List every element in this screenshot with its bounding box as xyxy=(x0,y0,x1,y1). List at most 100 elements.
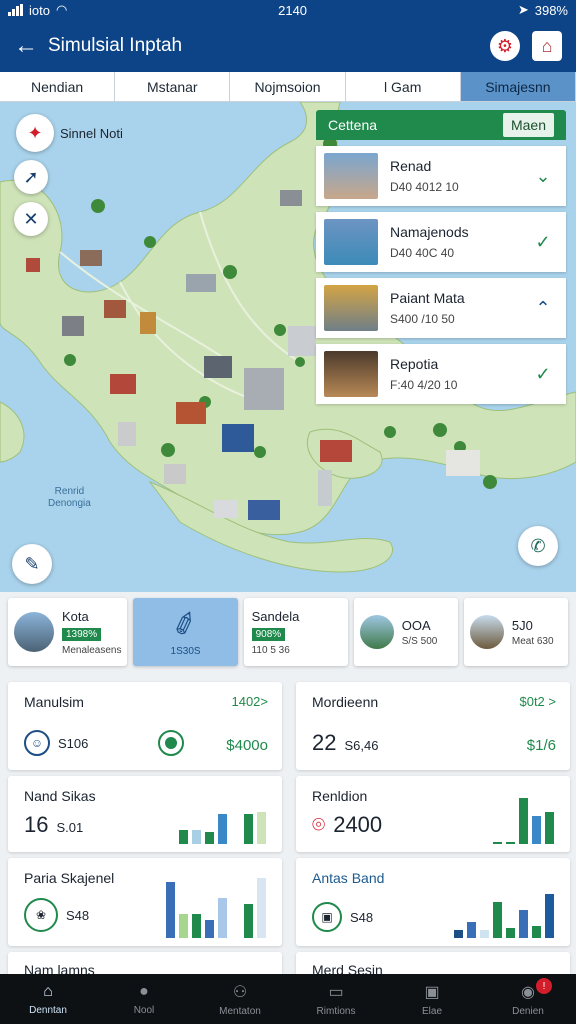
stat-value: 2400 xyxy=(333,812,383,837)
badge-icon: ❀ xyxy=(24,898,58,932)
stat-card[interactable]: Nand Sikas 16 S.01 xyxy=(8,776,282,852)
phone-icon[interactable]: ✆ xyxy=(518,526,558,566)
stat-card[interactable]: Mordieenn $0t2 > 22 S6,46 $1/6 xyxy=(296,682,570,770)
tab-5[interactable]: Simajesnn xyxy=(460,72,576,101)
nav-label: Mentaton xyxy=(219,1005,261,1017)
place-item[interactable]: Namajenods D40 40C 40 ✓ xyxy=(316,212,566,272)
shop-icon[interactable]: ⌂ xyxy=(532,31,562,61)
city-sub: 110 5 36 xyxy=(251,644,290,656)
nav-pin[interactable]: ● Nool xyxy=(96,974,192,1024)
city-pct: 908% xyxy=(251,627,286,641)
nav-chat[interactable]: ◉ Denien! xyxy=(480,974,576,1024)
record-icon xyxy=(158,730,184,756)
city-card[interactable]: OOA S/S 500 xyxy=(353,598,458,666)
nav-label: Rimtions xyxy=(316,1005,356,1017)
top-bar: ioto ◠ 2140 ➤ 398% ← Simulsial Inptah ⚙ … xyxy=(0,0,576,72)
compass-icon[interactable]: ✦ xyxy=(16,114,54,152)
close-x-icon[interactable]: ✕ xyxy=(14,202,48,236)
city-sub: 1S30S xyxy=(170,645,201,657)
mini-bar-chart xyxy=(179,782,266,844)
place-item[interactable]: Paiant Mata S400 /10 50 ⌃ xyxy=(316,278,566,338)
chevron-down-icon[interactable]: ⌄ xyxy=(528,166,558,187)
chart-bar xyxy=(480,930,489,938)
stat-value: 22 xyxy=(312,730,337,755)
city-card[interactable]: Sandela 908% 110 5 36 xyxy=(243,598,348,666)
place-name: Renad xyxy=(390,158,432,174)
stat-title: Mordieenn xyxy=(312,694,379,710)
stat-card[interactable]: Manulsim 1402> ☺ S106 $400o xyxy=(8,682,282,770)
wifi-icon: ◠ xyxy=(55,2,68,17)
gallery-icon: ▣ xyxy=(424,983,440,1001)
city-name: OOA xyxy=(401,617,431,633)
chart-bar xyxy=(467,922,476,938)
carrier-label: ioto xyxy=(29,2,50,18)
nav-gallery[interactable]: ▣ Elae xyxy=(384,974,480,1024)
nav-images[interactable]: ▭ Rimtions xyxy=(288,974,384,1024)
pen-icon: ✐ xyxy=(168,605,203,645)
stat-card[interactable]: Renldion ⌾ 2400 xyxy=(296,776,570,852)
place-name: Repotia xyxy=(390,356,439,372)
nav-label: Nool xyxy=(133,1004,155,1016)
pin-icon: ● xyxy=(139,982,149,1000)
chart-bar xyxy=(257,812,266,844)
stat-link[interactable]: $0t2 > xyxy=(519,694,556,709)
nav-home[interactable]: ⌂ Denntan xyxy=(0,974,96,1024)
chevron-up-icon[interactable]: ⌃ xyxy=(528,298,558,319)
tab-1[interactable]: Nendian xyxy=(0,72,116,101)
stat-link[interactable]: 1402> xyxy=(231,694,268,709)
battery-label: 398% xyxy=(534,2,568,18)
mini-bar-chart xyxy=(493,782,554,844)
place-meta: F:40 4/20 10 xyxy=(390,378,458,392)
clock: 2140 xyxy=(278,2,308,18)
nav-label: Denien xyxy=(512,1005,544,1017)
check-icon[interactable]: ✓ xyxy=(528,232,558,253)
place-name: Namajenods xyxy=(390,224,469,240)
place-name: Paiant Mata xyxy=(390,290,465,306)
globe-settings-icon[interactable]: ⚙ xyxy=(490,31,520,61)
place-item[interactable]: Repotia F:40 4/20 10 ✓ xyxy=(316,344,566,404)
chart-bar xyxy=(519,910,528,938)
stat-title: Renldion xyxy=(312,788,368,804)
tab-4[interactable]: l Gam xyxy=(346,72,461,101)
city-avatar xyxy=(359,615,394,649)
chart-bar xyxy=(532,816,541,844)
wallet-icon: ▣ xyxy=(312,902,342,932)
chart-bar xyxy=(493,842,502,844)
stat-card[interactable]: Paria Skajenel ❀ S48 xyxy=(8,858,282,946)
app-header: ← Simulsial Inptah ⚙ ⌂ xyxy=(0,20,576,72)
stat-card[interactable]: Antas Band ▣ S48 xyxy=(296,858,570,946)
city-card[interactable]: Kota 1398% Menaleasens xyxy=(8,598,128,666)
water-label: Renrid Denongia xyxy=(48,486,91,509)
nav-route[interactable]: ⚇ Mentaton xyxy=(192,974,288,1024)
panel-more-button[interactable]: Maen xyxy=(502,113,554,137)
stat-amount: $1/6 xyxy=(526,737,556,754)
chart-bar xyxy=(545,894,554,938)
check-circle-icon[interactable]: ✓ xyxy=(528,364,558,385)
city-sub: S/S 500 xyxy=(401,635,438,647)
place-item[interactable]: Renad D40 4012 10 ⌄ xyxy=(316,146,566,206)
city-avatar xyxy=(469,615,504,649)
arrow-left-icon[interactable]: ← xyxy=(14,32,48,60)
nav-label: Elae xyxy=(421,1005,442,1017)
mini-bar-chart xyxy=(454,872,554,938)
cursor-icon[interactable]: ➚ xyxy=(14,160,48,194)
edit-icon[interactable]: ✎ xyxy=(12,544,52,584)
image-icon: ▭ xyxy=(328,983,344,1001)
location-pin-label[interactable]: ✦ Sinnel Noti xyxy=(16,114,123,152)
bottom-nav: ⌂ Denntan ● Nool ⚇ Mentaton ▭ Rimtions ▣ Elae… xyxy=(0,974,576,1024)
chart-bar xyxy=(506,928,515,938)
stat-title: Antas Band xyxy=(312,870,385,886)
page-title: Simulsial Inptah xyxy=(48,35,183,56)
tab-2[interactable]: Mstanar xyxy=(115,72,231,101)
chart-bar xyxy=(244,814,253,844)
route-icon: ⚇ xyxy=(232,983,248,1001)
city-card[interactable]: 5J0 Meat 630 xyxy=(463,598,568,666)
place-thumbnail xyxy=(324,219,378,265)
signal-icon xyxy=(8,4,23,16)
city-card-selected[interactable]: ✐ 1S30S xyxy=(133,598,238,666)
chat-icon: ◉ xyxy=(521,983,535,1001)
panel-title: Cettena xyxy=(328,117,378,133)
tab-3[interactable]: Nojmsoion xyxy=(230,72,346,101)
city-avatar xyxy=(14,612,54,652)
stat-amount: $400o xyxy=(226,737,268,754)
